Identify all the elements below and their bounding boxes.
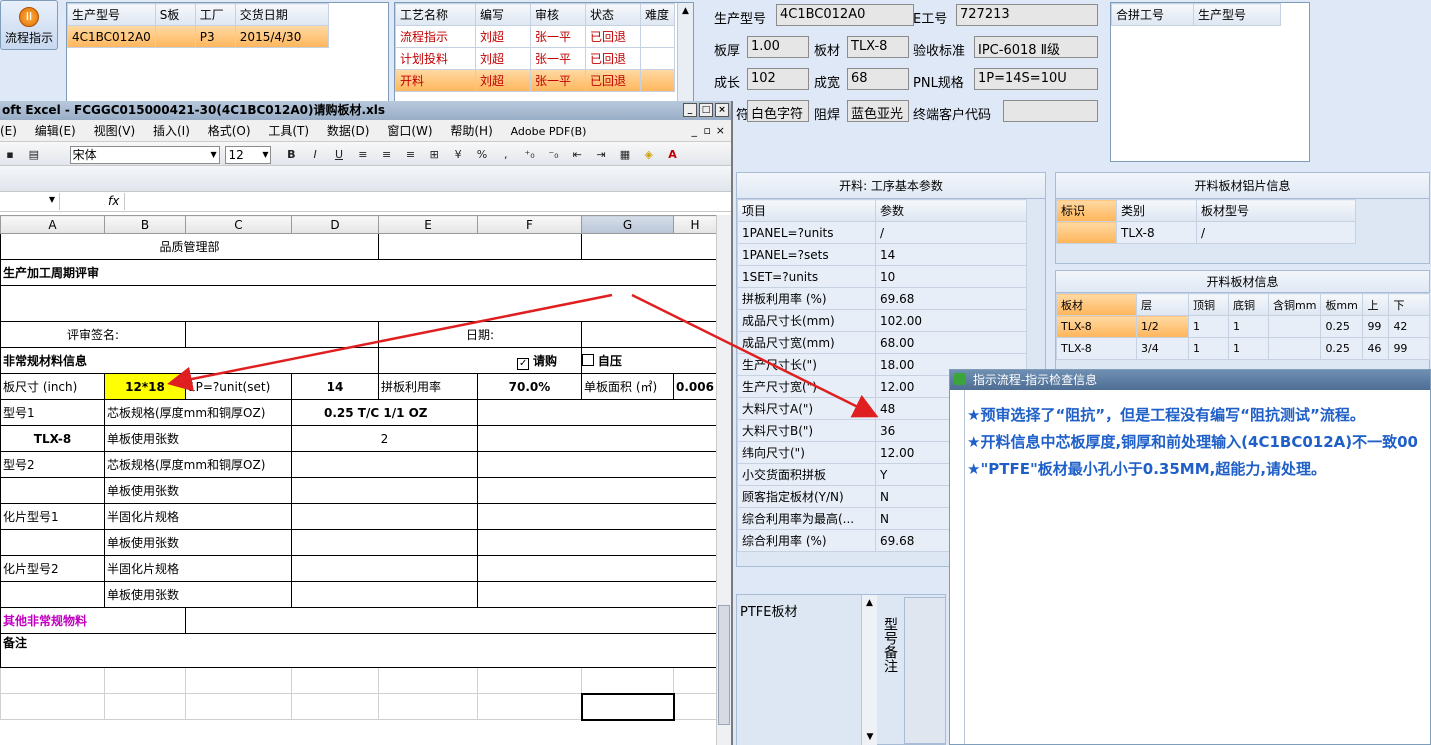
arrow-to-material-size (631, 293, 879, 418)
annotation-arrows (167, 293, 879, 418)
arrow-to-size-cell (167, 293, 613, 392)
